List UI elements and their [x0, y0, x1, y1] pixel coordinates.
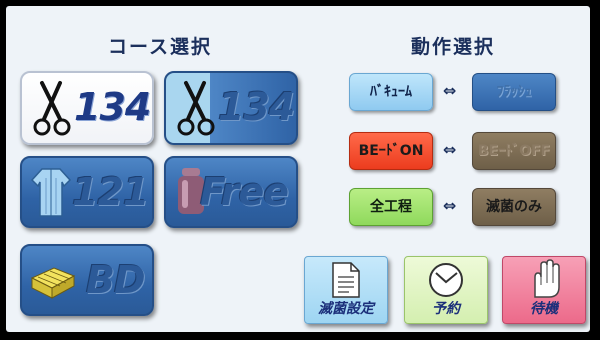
function-label: 予約 — [432, 301, 460, 317]
document-icon — [332, 262, 360, 298]
package-icon — [30, 267, 76, 299]
be-mode-off-button[interactable]: BEｰﾄﾞOFF — [472, 132, 556, 170]
flash-button[interactable]: ﾌﾗｯｼｭ — [472, 73, 556, 111]
gown-icon — [30, 168, 72, 217]
course-label: BD — [86, 258, 146, 302]
operation-selection-heading: 動作選択 — [411, 36, 496, 58]
reservation-button[interactable]: 予約 — [404, 256, 488, 324]
toggle-arrow-icon: ⇔ — [443, 140, 457, 159]
course-label: 134 — [74, 85, 151, 129]
toggle-arrow-icon: ⇔ — [443, 196, 457, 215]
toggle-arrow-icon: ⇔ — [443, 81, 457, 100]
course-button-121[interactable]: 121 — [20, 156, 154, 228]
course-label: 121 — [72, 170, 149, 214]
sterilize-only-button[interactable]: 滅菌のみ — [472, 188, 556, 226]
sterilization-settings-button[interactable]: 滅菌設定 — [304, 256, 388, 324]
hand-icon — [534, 259, 560, 298]
vacuum-button[interactable]: ﾊﾞｷｭｰﾑ — [349, 73, 433, 111]
course-label: Free — [200, 170, 289, 214]
all-process-button[interactable]: 全工程 — [349, 188, 433, 226]
course-label: 134 — [218, 85, 295, 129]
control-panel: コース選択 動作選択 134 134 121 Free BD ﾊﾞｷｭｰﾑ ⇔ … — [6, 6, 590, 332]
course-button-bd[interactable]: BD — [20, 244, 154, 316]
function-label: 滅菌設定 — [318, 301, 374, 317]
standby-button[interactable]: 待機 — [502, 256, 586, 324]
course-button-134-a[interactable]: 134 — [20, 71, 154, 145]
course-button-134-b[interactable]: 134 — [164, 71, 298, 145]
be-mode-on-button[interactable]: BEｰﾄﾞON — [349, 132, 433, 170]
course-selection-heading: コース選択 — [108, 36, 213, 58]
clock-icon — [429, 263, 463, 297]
course-button-free[interactable]: Free — [164, 156, 298, 228]
scissors-icon — [33, 81, 71, 136]
touch-screen: コース選択 動作選択 134 134 121 Free BD ﾊﾞｷｭｰﾑ ⇔ … — [0, 0, 600, 340]
function-label: 待機 — [530, 301, 558, 317]
scissors-icon — [177, 81, 215, 136]
